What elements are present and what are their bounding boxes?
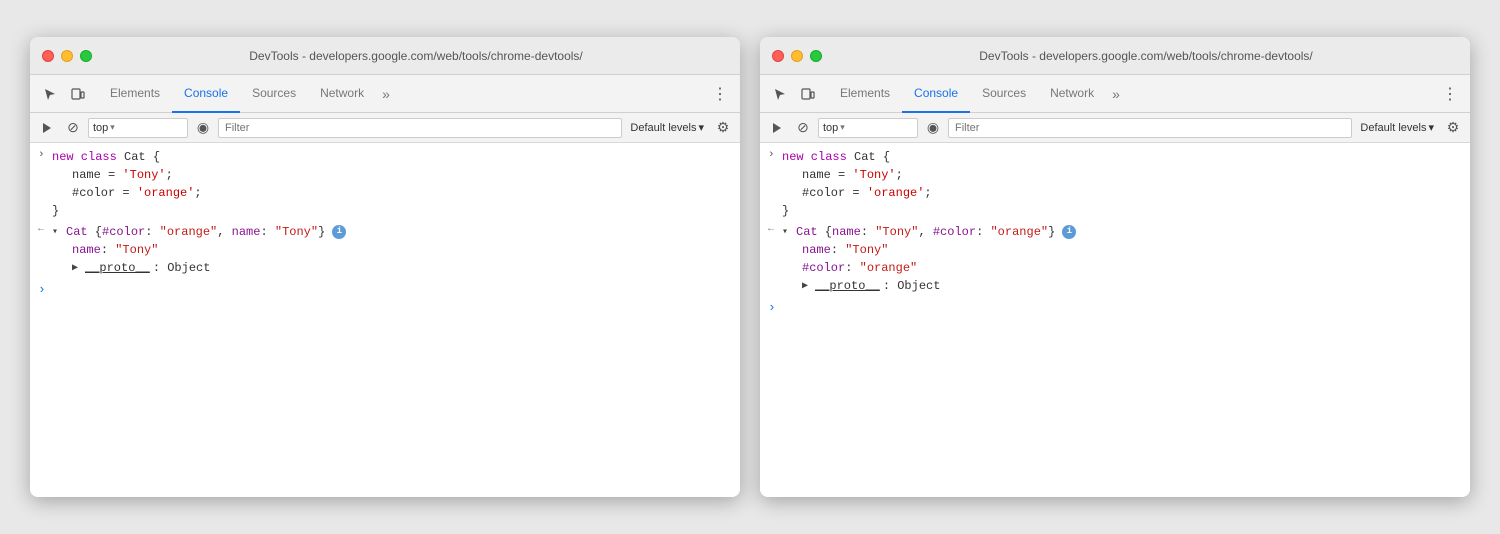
proto-value-left: : Object — [153, 259, 211, 277]
console-entry-input-right: › new class Cat { name = 'Tony'; #color … — [760, 147, 1470, 222]
maximize-button-right[interactable] — [810, 50, 822, 62]
entry-content-output-right: ▾ Cat {name: "Tony", #color: "orange"} i… — [782, 223, 1462, 295]
proto-triangle-right[interactable]: ▶ — [802, 279, 812, 294]
tab-icons-right — [768, 82, 820, 106]
info-badge-right: i — [1062, 225, 1076, 239]
eye-button-right[interactable]: ◉ — [922, 117, 944, 139]
context-label-right: top — [823, 122, 838, 134]
eye-button-left[interactable]: ◉ — [192, 117, 214, 139]
context-selector-right[interactable]: top ▾ — [818, 118, 918, 138]
object-triangle-right[interactable]: ▾ — [782, 225, 792, 240]
console-entry-input-left: › new class Cat { name = 'Tony'; #color … — [30, 147, 740, 222]
tab-console-left[interactable]: Console — [172, 75, 240, 113]
devtools-window-left: DevTools - developers.google.com/web/too… — [30, 37, 740, 497]
tab-elements-right[interactable]: Elements — [828, 75, 902, 113]
tab-elements-left[interactable]: Elements — [98, 75, 172, 113]
devtools-menu-right[interactable]: ⋮ — [1438, 82, 1462, 106]
console-toolbar-right: ⊘ top ▾ ◉ Default levels ▾ ⚙ — [760, 113, 1470, 143]
tabs-right: Elements Console Sources Network » — [828, 75, 1438, 113]
context-arrow-left: ▾ — [110, 122, 115, 133]
proto-value-right: : Object — [883, 277, 941, 295]
execute-button-right[interactable] — [766, 117, 788, 139]
default-levels-arrow-right: ▾ — [1428, 121, 1434, 134]
devtools-menu-left[interactable]: ⋮ — [708, 82, 732, 106]
console-prompt-left[interactable]: › — [30, 279, 740, 300]
entry-content-output-left: ▾ Cat {#color: "orange", name: "Tony"} i… — [52, 223, 732, 277]
close-button-right[interactable] — [772, 50, 784, 62]
context-label-left: top — [93, 122, 108, 134]
devtools-window-right: DevTools - developers.google.com/web/too… — [760, 37, 1470, 497]
window-title-right: DevTools - developers.google.com/web/too… — [834, 49, 1458, 63]
tabs-left: Elements Console Sources Network » — [98, 75, 708, 113]
prompt-arrow-right: › — [768, 300, 776, 315]
output-arrow-right: ← — [768, 224, 782, 235]
title-bar-right: DevTools - developers.google.com/web/too… — [760, 37, 1470, 75]
prompt-arrow-left: › — [38, 282, 46, 297]
entry-content-input-left: new class Cat { name = 'Tony'; #color = … — [52, 148, 732, 220]
filter-input-left[interactable] — [218, 118, 622, 138]
cursor-icon-left[interactable] — [38, 82, 62, 106]
tab-network-right[interactable]: Network — [1038, 75, 1106, 113]
title-bar-left: DevTools - developers.google.com/web/too… — [30, 37, 740, 75]
console-output-left: › new class Cat { name = 'Tony'; #color … — [30, 143, 740, 497]
tab-more-left[interactable]: » — [376, 86, 396, 102]
context-arrow-right: ▾ — [840, 122, 845, 133]
minimize-button-right[interactable] — [791, 50, 803, 62]
tab-sources-left[interactable]: Sources — [240, 75, 308, 113]
block-button-left[interactable]: ⊘ — [62, 117, 84, 139]
minimize-button-left[interactable] — [61, 50, 73, 62]
window-title-left: DevTools - developers.google.com/web/too… — [104, 49, 728, 63]
input-arrow-right: › — [768, 149, 782, 161]
info-badge-left: i — [332, 225, 346, 239]
object-triangle-left[interactable]: ▾ — [52, 225, 62, 240]
proto-label-left: __proto__ — [85, 259, 150, 277]
settings-button-left[interactable]: ⚙ — [712, 117, 734, 139]
traffic-lights-left — [42, 50, 92, 62]
tab-console-right[interactable]: Console — [902, 75, 970, 113]
tab-icons-left — [38, 82, 90, 106]
proto-label-right: __proto__ — [815, 277, 880, 295]
default-levels-label-left: Default levels — [630, 122, 696, 134]
default-levels-label-right: Default levels — [1360, 122, 1426, 134]
tabs-bar-left: Elements Console Sources Network » ⋮ — [30, 75, 740, 113]
close-button-left[interactable] — [42, 50, 54, 62]
input-arrow-left: › — [38, 149, 52, 161]
cursor-icon-right[interactable] — [768, 82, 792, 106]
default-levels-left[interactable]: Default levels ▾ — [626, 118, 708, 138]
console-prompt-right[interactable]: › — [760, 297, 1470, 318]
default-levels-arrow-left: ▾ — [698, 121, 704, 134]
console-entry-output-right: ← ▾ Cat {name: "Tony", #color: "orange"}… — [760, 222, 1470, 297]
device-icon-right[interactable] — [796, 82, 820, 106]
console-output-right: › new class Cat { name = 'Tony'; #color … — [760, 143, 1470, 497]
block-button-right[interactable]: ⊘ — [792, 117, 814, 139]
console-toolbar-left: ⊘ top ▾ ◉ Default levels ▾ ⚙ — [30, 113, 740, 143]
tab-sources-right[interactable]: Sources — [970, 75, 1038, 113]
settings-button-right[interactable]: ⚙ — [1442, 117, 1464, 139]
tab-more-right[interactable]: » — [1106, 86, 1126, 102]
console-entry-output-left: ← ▾ Cat {#color: "orange", name: "Tony"}… — [30, 222, 740, 279]
output-arrow-left: ← — [38, 224, 52, 235]
tabs-bar-right: Elements Console Sources Network » ⋮ — [760, 75, 1470, 113]
proto-triangle-left[interactable]: ▶ — [72, 261, 82, 276]
tab-network-left[interactable]: Network — [308, 75, 376, 113]
traffic-lights-right — [772, 50, 822, 62]
execute-button-left[interactable] — [36, 117, 58, 139]
device-icon-left[interactable] — [66, 82, 90, 106]
default-levels-right[interactable]: Default levels ▾ — [1356, 118, 1438, 138]
context-selector-left[interactable]: top ▾ — [88, 118, 188, 138]
entry-content-input-right: new class Cat { name = 'Tony'; #color = … — [782, 148, 1462, 220]
maximize-button-left[interactable] — [80, 50, 92, 62]
filter-input-right[interactable] — [948, 118, 1352, 138]
